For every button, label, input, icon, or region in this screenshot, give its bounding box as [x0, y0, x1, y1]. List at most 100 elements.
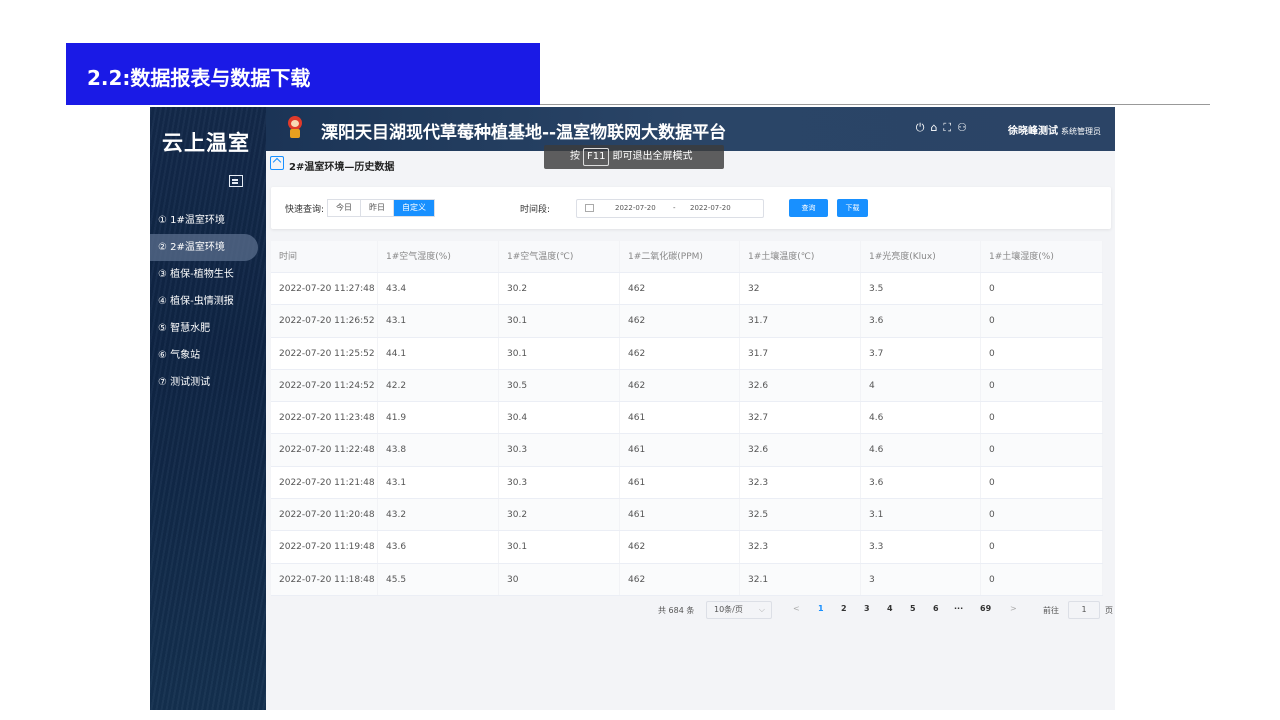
date-end[interactable]: 2022-07-20 — [690, 200, 731, 217]
column-header: 时间 — [271, 241, 378, 272]
table-cell: 2022-07-20 11:21:48 — [271, 466, 378, 499]
table-cell: 0 — [981, 499, 1103, 531]
history-table: 时间 1#空气湿度(%) 1#空气温度(℃) 1#二氧化碳(PPM) 1#土壤温… — [271, 241, 1103, 596]
table-cell: 32.3 — [740, 466, 861, 499]
home-badge-icon — [270, 156, 284, 170]
quick-option-yesterday[interactable]: 昨日 — [361, 200, 394, 216]
table-cell: 30.1 — [499, 531, 620, 563]
table-cell: 2022-07-20 11:22:48 — [271, 434, 378, 466]
user-info[interactable]: 徐晓峰测试 系统管理员 — [1008, 122, 1101, 137]
table-cell: 30.1 — [499, 305, 620, 337]
column-header: 1#光亮度(Klux) — [861, 241, 981, 272]
date-range-input[interactable]: 2022-07-20 - 2022-07-20 — [576, 199, 764, 218]
pagination: 共 684 条 10条/页 ⌵ < 1 2 3 4 5 6 ··· 69 > 前往… — [271, 599, 1113, 623]
table-cell: 32 — [740, 273, 861, 305]
page-69[interactable]: 69 — [980, 604, 991, 613]
next-page-button[interactable]: > — [1010, 604, 1017, 613]
table-cell: 4 — [861, 369, 981, 402]
table-row: 2022-07-20 11:23:48 41.9 30.4 461 32.7 4.6 0 — [271, 402, 1103, 435]
table-cell: 461 — [620, 466, 740, 499]
prev-page-button[interactable]: < — [793, 604, 800, 613]
app-logo: 云上温室 — [162, 131, 250, 155]
column-header: 1#二氧化碳(PPM) — [620, 241, 740, 272]
platform-title: 溧阳天目湖现代草莓种植基地--温室物联网大数据平台 — [321, 123, 727, 143]
table-cell: 3 — [861, 563, 981, 595]
table-cell: 462 — [620, 273, 740, 305]
table-cell: 30.3 — [499, 466, 620, 499]
column-header: 1#土壤湿度(%) — [981, 241, 1103, 272]
table-cell: 30.2 — [499, 273, 620, 305]
user-icon[interactable]: ⚇ — [957, 121, 967, 135]
table-cell: 42.2 — [378, 369, 499, 402]
table-row: 2022-07-20 11:22:48 43.8 30.3 461 32.6 4.6 0 — [271, 434, 1103, 467]
page-ellipsis[interactable]: ··· — [954, 604, 963, 613]
sidebar-item-fertigation[interactable]: ⑤ 智慧水肥 — [150, 315, 266, 342]
sidebar-item-pest-report[interactable]: ④ 植保-虫情测报 — [150, 288, 266, 315]
table-cell: 32.3 — [740, 531, 861, 563]
table-cell: 0 — [981, 369, 1103, 402]
sidebar-item-plant-growth[interactable]: ③ 植保-植物生长 — [150, 261, 266, 288]
power-icon[interactable]: ⏻ — [916, 121, 925, 135]
table-cell: 3.5 — [861, 273, 981, 305]
table-cell: 0 — [981, 337, 1103, 369]
quick-option-custom[interactable]: 自定义 — [394, 200, 434, 216]
sidebar-item-greenhouse-2[interactable]: ② 2#温室环境 — [150, 234, 258, 261]
table-cell: 461 — [620, 402, 740, 434]
date-start[interactable]: 2022-07-20 — [615, 200, 656, 217]
filter-panel: 快速查询: 今日 昨日 自定义 时间段: 2022-07-20 - 2022-0… — [271, 187, 1111, 229]
table-row: 2022-07-20 11:18:48 45.5 30 462 32.1 3 0 — [271, 563, 1103, 596]
column-header: 1#空气湿度(%) — [378, 241, 499, 272]
table-row: 2022-07-20 11:25:52 44.1 30.1 462 31.7 3.7 0 — [271, 337, 1103, 370]
table-cell: 0 — [981, 563, 1103, 595]
goto-suffix: 页 — [1105, 606, 1113, 615]
quick-option-today[interactable]: 今日 — [328, 200, 361, 216]
page-4[interactable]: 4 — [887, 604, 893, 613]
table-cell: 462 — [620, 369, 740, 402]
sidebar-item-greenhouse-1[interactable]: ① 1#温室环境 — [150, 207, 266, 234]
fullscreen-icon[interactable]: ⛶ — [943, 121, 951, 135]
table-cell: 45.5 — [378, 563, 499, 595]
table-cell: 32.1 — [740, 563, 861, 595]
table-cell: 0 — [981, 305, 1103, 337]
table-cell: 31.7 — [740, 305, 861, 337]
page-2[interactable]: 2 — [841, 604, 847, 613]
column-header: 1#空气温度(℃) — [499, 241, 620, 272]
page-5[interactable]: 5 — [910, 604, 916, 613]
table-cell: 2022-07-20 11:25:52 — [271, 337, 378, 369]
download-button[interactable]: 下载 — [837, 199, 868, 217]
page-size-select[interactable]: 10条/页 ⌵ — [706, 601, 772, 619]
sidebar: 云上温室 ① 1#温室环境 ② 2#温室环境 ③ 植保-植物生长 ④ 植保-虫情… — [150, 107, 266, 710]
query-button[interactable]: 查询 — [789, 199, 828, 217]
collapse-menu-icon[interactable] — [229, 175, 243, 187]
sidebar-item-weather-station[interactable]: ⑥ 气象站 — [150, 342, 266, 369]
mascot-icon — [286, 116, 304, 138]
table-cell: 30.3 — [499, 434, 620, 466]
goto-page-input[interactable]: 1 — [1068, 601, 1100, 619]
table-cell: 2022-07-20 11:23:48 — [271, 402, 378, 434]
user-name: 徐晓峰测试 — [1008, 126, 1058, 137]
table-row: 2022-07-20 11:27:48 43.4 30.2 462 32 3.5 0 — [271, 273, 1103, 306]
table-cell: 32.6 — [740, 369, 861, 402]
date-separator: - — [673, 204, 676, 212]
column-header: 1#土壤温度(℃) — [740, 241, 861, 272]
table-cell: 30 — [499, 563, 620, 595]
table-cell: 0 — [981, 273, 1103, 305]
table-cell: 462 — [620, 337, 740, 369]
table-cell: 2022-07-20 11:18:48 — [271, 563, 378, 595]
slide-title: 2.2:数据报表与数据下载 — [66, 43, 540, 105]
table-row: 2022-07-20 11:20:48 43.2 30.2 461 32.5 3.1 0 — [271, 499, 1103, 532]
table-row: 2022-07-20 11:19:48 43.6 30.1 462 32.3 3.3 0 — [271, 531, 1103, 564]
home-icon[interactable]: ⌂ — [930, 121, 937, 135]
table-row: 2022-07-20 11:24:52 42.2 30.5 462 32.6 4 0 — [271, 369, 1103, 403]
sidebar-item-test[interactable]: ⑦ 测试测试 — [150, 369, 266, 396]
table-cell: 43.1 — [378, 305, 499, 337]
page-3[interactable]: 3 — [864, 604, 870, 613]
sidebar-menu: ① 1#温室环境 ② 2#温室环境 ③ 植保-植物生长 ④ 植保-虫情测报 ⑤ … — [150, 207, 266, 396]
table-cell: 3.6 — [861, 305, 981, 337]
goto-label: 前往 — [1043, 606, 1059, 615]
table-cell: 4.6 — [861, 402, 981, 434]
page-6[interactable]: 6 — [933, 604, 939, 613]
page-1[interactable]: 1 — [818, 604, 824, 613]
table-cell: 43.8 — [378, 434, 499, 466]
quick-query-label: 快速查询: — [285, 205, 325, 215]
